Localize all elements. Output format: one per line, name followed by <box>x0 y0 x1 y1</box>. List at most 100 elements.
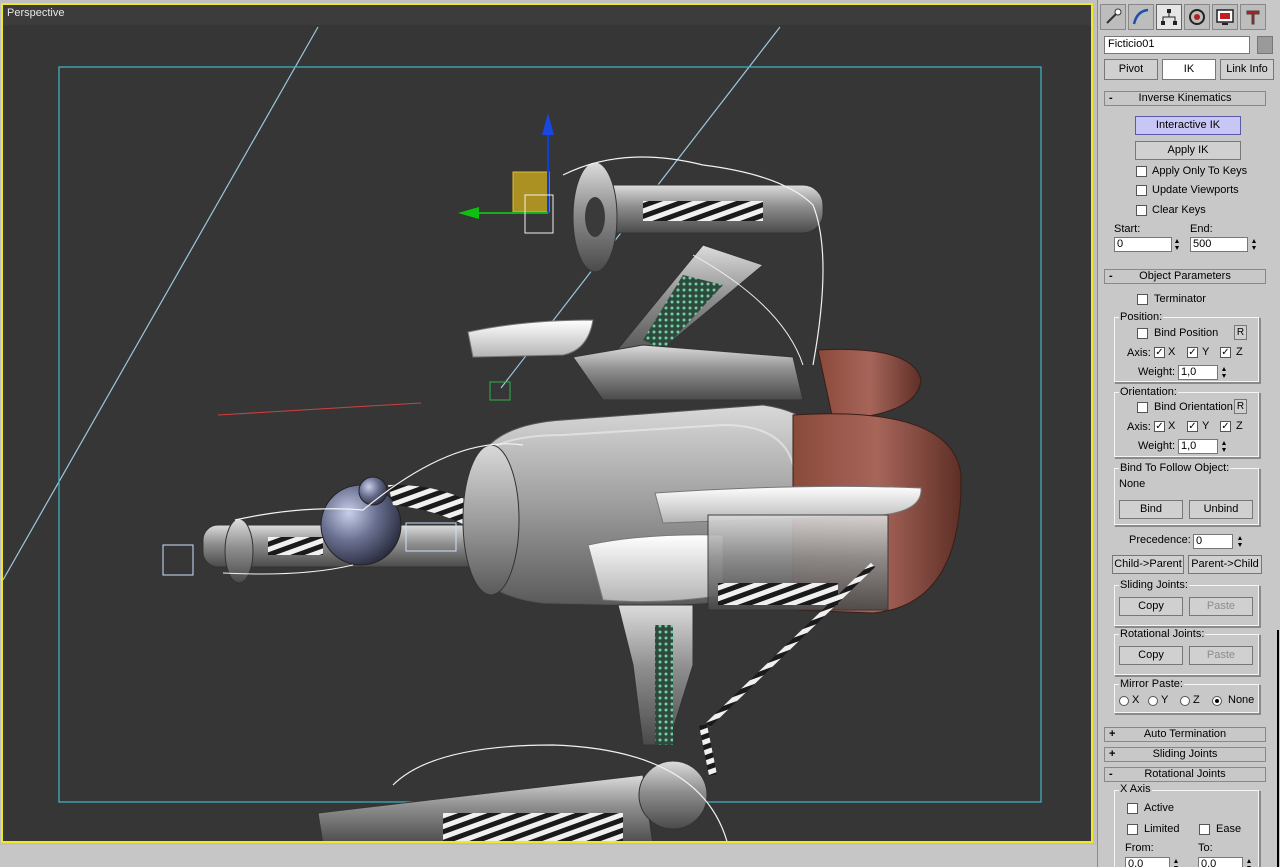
end-frame-spinner[interactable] <box>1250 237 1259 252</box>
orientation-axis-z-label: Z <box>1236 420 1243 432</box>
sliding-joints-copy-label: Sliding Joints: <box>1119 579 1189 591</box>
rotational-copy-button[interactable]: Copy <box>1119 646 1183 665</box>
mirror-paste-label: Mirror Paste: <box>1119 678 1184 690</box>
child-parent-button[interactable]: Child->Parent <box>1112 555 1184 574</box>
perspective-viewport[interactable]: Perspective <box>1 3 1093 843</box>
rollout-expand-sign: + <box>1109 748 1116 760</box>
bind-orientation-checkbox[interactable] <box>1137 402 1148 413</box>
rollout-collapse-sign: - <box>1109 768 1113 780</box>
rollout-rotational-joints[interactable]: - Rotational Joints <box>1104 767 1266 782</box>
pivot-button[interactable]: Pivot <box>1104 59 1158 80</box>
orientation-weight-spinner[interactable] <box>1220 439 1229 454</box>
orientation-r-button[interactable]: R <box>1234 399 1247 414</box>
position-axis-y-label: Y <box>1202 346 1210 358</box>
apply-ik-button[interactable]: Apply IK <box>1135 141 1241 160</box>
orientation-axis-y-checkbox[interactable]: ✓ <box>1187 421 1198 432</box>
mirror-none-label: None <box>1228 694 1255 706</box>
modify-icon[interactable] <box>1128 4 1154 30</box>
viewport-area: Perspective <box>0 0 1097 867</box>
bind-button[interactable]: Bind <box>1119 500 1183 519</box>
bind-position-checkbox[interactable] <box>1137 328 1148 339</box>
rollout-collapse-sign: - <box>1109 270 1113 282</box>
position-weight-spinner[interactable] <box>1220 365 1229 380</box>
rollout-expand-sign: + <box>1109 728 1116 740</box>
x-active-checkbox[interactable] <box>1127 803 1138 814</box>
x-limited-checkbox[interactable] <box>1127 824 1138 835</box>
x-from-spinner[interactable] <box>1172 857 1181 867</box>
position-weight-input[interactable]: 1,0 <box>1178 365 1218 380</box>
command-panel: Ficticio01 Pivot IK Link Info - Inverse … <box>1097 0 1280 867</box>
terminator-checkbox[interactable] <box>1137 294 1148 305</box>
mirror-z-label: Z <box>1193 694 1200 706</box>
mirror-none-radio[interactable] <box>1212 696 1222 706</box>
end-frame-input[interactable]: 500 <box>1190 237 1248 252</box>
unbind-button[interactable]: Unbind <box>1189 500 1253 519</box>
utilities-icon[interactable] <box>1240 4 1266 30</box>
rollout-sliding-joints[interactable]: + Sliding Joints <box>1104 747 1266 762</box>
x-ease-checkbox[interactable] <box>1199 824 1210 835</box>
orientation-weight-input[interactable]: 1,0 <box>1178 439 1218 454</box>
apply-only-keys-checkbox[interactable] <box>1136 166 1147 177</box>
x-axis-label: X Axis <box>1119 783 1152 795</box>
viewport-label[interactable]: Perspective <box>7 7 64 19</box>
x-limited-label: Limited <box>1144 823 1180 835</box>
follow-object-name: None <box>1119 478 1146 490</box>
rollout-collapse-sign: - <box>1109 92 1113 104</box>
create-icon[interactable] <box>1100 4 1126 30</box>
precedence-input[interactable]: 0 <box>1193 534 1233 549</box>
object-name-field[interactable]: Ficticio01 <box>1104 36 1250 54</box>
position-r-button[interactable]: R <box>1234 325 1247 340</box>
start-frame-input[interactable]: 0 <box>1114 237 1172 252</box>
interactive-ik-button[interactable]: Interactive IK <box>1135 116 1241 135</box>
precedence-label: Precedence: <box>1129 534 1191 546</box>
mirror-y-label: Y <box>1161 694 1169 706</box>
sliding-paste-button[interactable]: Paste <box>1189 597 1253 616</box>
link-info-button[interactable]: Link Info <box>1220 59 1274 80</box>
clear-keys-checkbox[interactable] <box>1136 205 1147 216</box>
start-frame-spinner[interactable] <box>1173 237 1182 252</box>
rotational-paste-button[interactable]: Paste <box>1189 646 1253 665</box>
rollout-title: Inverse Kinematics <box>1138 92 1232 104</box>
rollout-object-parameters[interactable]: - Object Parameters <box>1104 269 1266 284</box>
position-axis-z-checkbox[interactable]: ✓ <box>1220 347 1231 358</box>
ik-button[interactable]: IK <box>1162 59 1216 80</box>
position-weight-label: Weight: <box>1138 366 1176 378</box>
position-axis-y-checkbox[interactable]: ✓ <box>1187 347 1198 358</box>
scene-render[interactable] <box>3 5 1093 843</box>
mirror-y-radio[interactable] <box>1148 696 1158 706</box>
update-viewports-checkbox[interactable] <box>1136 185 1147 196</box>
display-icon[interactable] <box>1212 4 1238 30</box>
sliding-copy-button[interactable]: Copy <box>1119 597 1183 616</box>
start-label: Start: <box>1114 223 1141 235</box>
position-group-label: Position: <box>1119 311 1164 323</box>
x-from-input[interactable]: 0,0 <box>1125 857 1170 867</box>
x-ease-label: Ease <box>1216 823 1242 835</box>
motion-icon[interactable] <box>1184 4 1210 30</box>
parent-child-button[interactable]: Parent->Child <box>1188 555 1262 574</box>
rollout-title: Sliding Joints <box>1152 748 1218 760</box>
bind-position-label: Bind Position <box>1154 327 1219 339</box>
command-panel-tabs <box>1100 4 1266 32</box>
position-axis-z-label: Z <box>1236 346 1243 358</box>
x-to-input[interactable]: 0,0 <box>1198 857 1243 867</box>
bind-follow-label: Bind To Follow Object: <box>1119 462 1231 474</box>
object-color-swatch[interactable] <box>1257 36 1273 54</box>
orientation-axis-x-checkbox[interactable]: ✓ <box>1154 421 1165 432</box>
x-from-label: From: <box>1125 842 1154 854</box>
rotational-joints-copy-label: Rotational Joints: <box>1119 628 1206 640</box>
position-axis-label: Axis: <box>1127 347 1151 359</box>
mirror-x-label: X <box>1132 694 1140 706</box>
mirror-x-radio[interactable] <box>1119 696 1129 706</box>
orientation-axis-z-checkbox[interactable]: ✓ <box>1220 421 1231 432</box>
panel-scroll-indicator[interactable] <box>1277 630 1279 867</box>
mirror-z-radio[interactable] <box>1180 696 1190 706</box>
precedence-spinner[interactable] <box>1236 534 1245 549</box>
rollout-inverse-kinematics[interactable]: - Inverse Kinematics <box>1104 91 1266 106</box>
position-axis-x-checkbox[interactable]: ✓ <box>1154 347 1165 358</box>
clear-keys-label: Clear Keys <box>1152 204 1206 216</box>
hierarchy-icon[interactable] <box>1156 4 1182 30</box>
x-to-spinner[interactable] <box>1245 857 1254 867</box>
position-axis-x-label: X <box>1168 346 1176 358</box>
rollout-auto-termination[interactable]: + Auto Termination <box>1104 727 1266 742</box>
apply-only-keys-label: Apply Only To Keys <box>1152 165 1248 177</box>
